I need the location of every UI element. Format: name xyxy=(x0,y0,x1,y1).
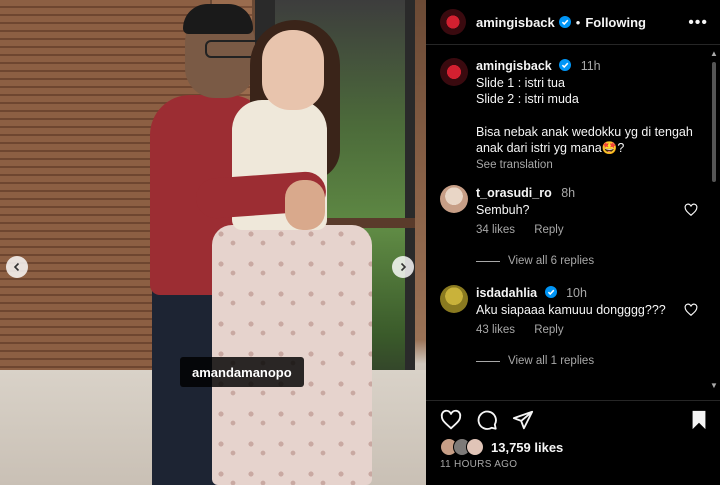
share-send-icon[interactable] xyxy=(512,409,534,431)
replies-line xyxy=(476,260,500,262)
hands xyxy=(285,180,325,230)
more-options-icon[interactable]: ••• xyxy=(688,14,708,32)
user-tag[interactable]: amandamanopo xyxy=(180,357,304,387)
caption-author-avatar[interactable] xyxy=(440,58,468,86)
comments-scrollbar[interactable]: ▲ ▼ xyxy=(710,50,718,390)
likes-row[interactable]: 13,759 likes xyxy=(440,438,563,456)
scroll-down-arrow-icon[interactable]: ▼ xyxy=(710,382,718,390)
comment-text: Aku siapaaa kamuuu dongggg??? xyxy=(476,303,666,317)
woman-pants xyxy=(212,225,372,485)
verified-badge-icon xyxy=(544,286,557,298)
author-username[interactable]: amingisback xyxy=(476,15,555,30)
post-side-panel: amingisback • Following ••• amingisback … xyxy=(426,0,720,485)
comment-time: 10h xyxy=(566,286,587,300)
commenter-avatar[interactable] xyxy=(440,285,468,313)
comment-body: isdadahlia 10h Aku siapaaa kamuuu donggg… xyxy=(476,285,666,319)
comment-time: 8h xyxy=(561,186,576,200)
commenter-username[interactable]: isdadahlia xyxy=(476,286,537,300)
liker-avatar xyxy=(466,438,484,456)
view-replies-button[interactable]: View all 1 replies xyxy=(476,355,594,367)
scroll-up-arrow-icon[interactable]: ▲ xyxy=(710,50,718,58)
chevron-right-icon xyxy=(400,262,407,272)
caption-time: 11h xyxy=(580,59,601,73)
post-header: amingisback • Following ••• xyxy=(426,0,720,45)
comment-text: Sembuh? xyxy=(476,203,530,217)
commenter-avatar[interactable] xyxy=(440,185,468,213)
replies-line xyxy=(476,360,500,362)
view-replies-label: View all 1 replies xyxy=(508,355,595,367)
see-translation-link[interactable]: See translation xyxy=(476,157,706,174)
next-slide-button[interactable] xyxy=(392,256,414,278)
author-avatar[interactable] xyxy=(440,9,466,35)
man-hair xyxy=(183,4,253,34)
view-replies-label: View all 6 replies xyxy=(508,255,595,267)
comment-bubble-icon[interactable] xyxy=(476,409,498,431)
post-actions xyxy=(426,400,720,441)
comment-meta: 43 likes Reply xyxy=(476,324,580,336)
post-photo[interactable]: amandamanopo xyxy=(0,0,426,485)
verified-badge-icon xyxy=(559,59,572,71)
chevron-left-icon xyxy=(13,262,20,272)
like-comment-icon[interactable] xyxy=(684,303,698,317)
caption-username[interactable]: amingisback xyxy=(476,59,552,73)
commenter-username[interactable]: t_orasudi_ro xyxy=(476,186,552,200)
post-time-ago: 11 HOURS AGO xyxy=(440,459,518,470)
caption-line-3: Bisa nebak anak wedokku yg di tengah ana… xyxy=(476,124,693,156)
comment-body: t_orasudi_ro 8h Sembuh? xyxy=(476,185,575,219)
comment-meta: 34 likes Reply xyxy=(476,224,580,236)
reply-button[interactable]: Reply xyxy=(534,324,563,336)
scroll-thumb[interactable] xyxy=(712,62,716,182)
like-count[interactable]: 13,759 likes xyxy=(491,440,563,455)
caption: amingisback 11h Slide 1 : istri tua Slid… xyxy=(476,58,706,173)
separator-dot: • xyxy=(575,14,581,30)
save-bookmark-icon[interactable] xyxy=(688,409,710,431)
comment-likes[interactable]: 34 likes xyxy=(476,224,515,236)
view-replies-button[interactable]: View all 6 replies xyxy=(476,255,594,267)
comment-likes[interactable]: 43 likes xyxy=(476,324,515,336)
woman-face xyxy=(262,30,324,110)
verified-badge-icon xyxy=(558,16,571,28)
reply-button[interactable]: Reply xyxy=(534,224,563,236)
caption-line-1: Slide 1 : istri tua xyxy=(476,75,565,90)
caption-line-2: Slide 2 : istri muda xyxy=(476,92,579,106)
comments-section: amingisback 11h Slide 1 : istri tua Slid… xyxy=(426,50,720,395)
previous-slide-button[interactable] xyxy=(6,256,28,278)
like-comment-icon[interactable] xyxy=(684,203,698,217)
like-heart-icon[interactable] xyxy=(440,409,462,431)
following-button[interactable]: Following xyxy=(585,15,646,30)
